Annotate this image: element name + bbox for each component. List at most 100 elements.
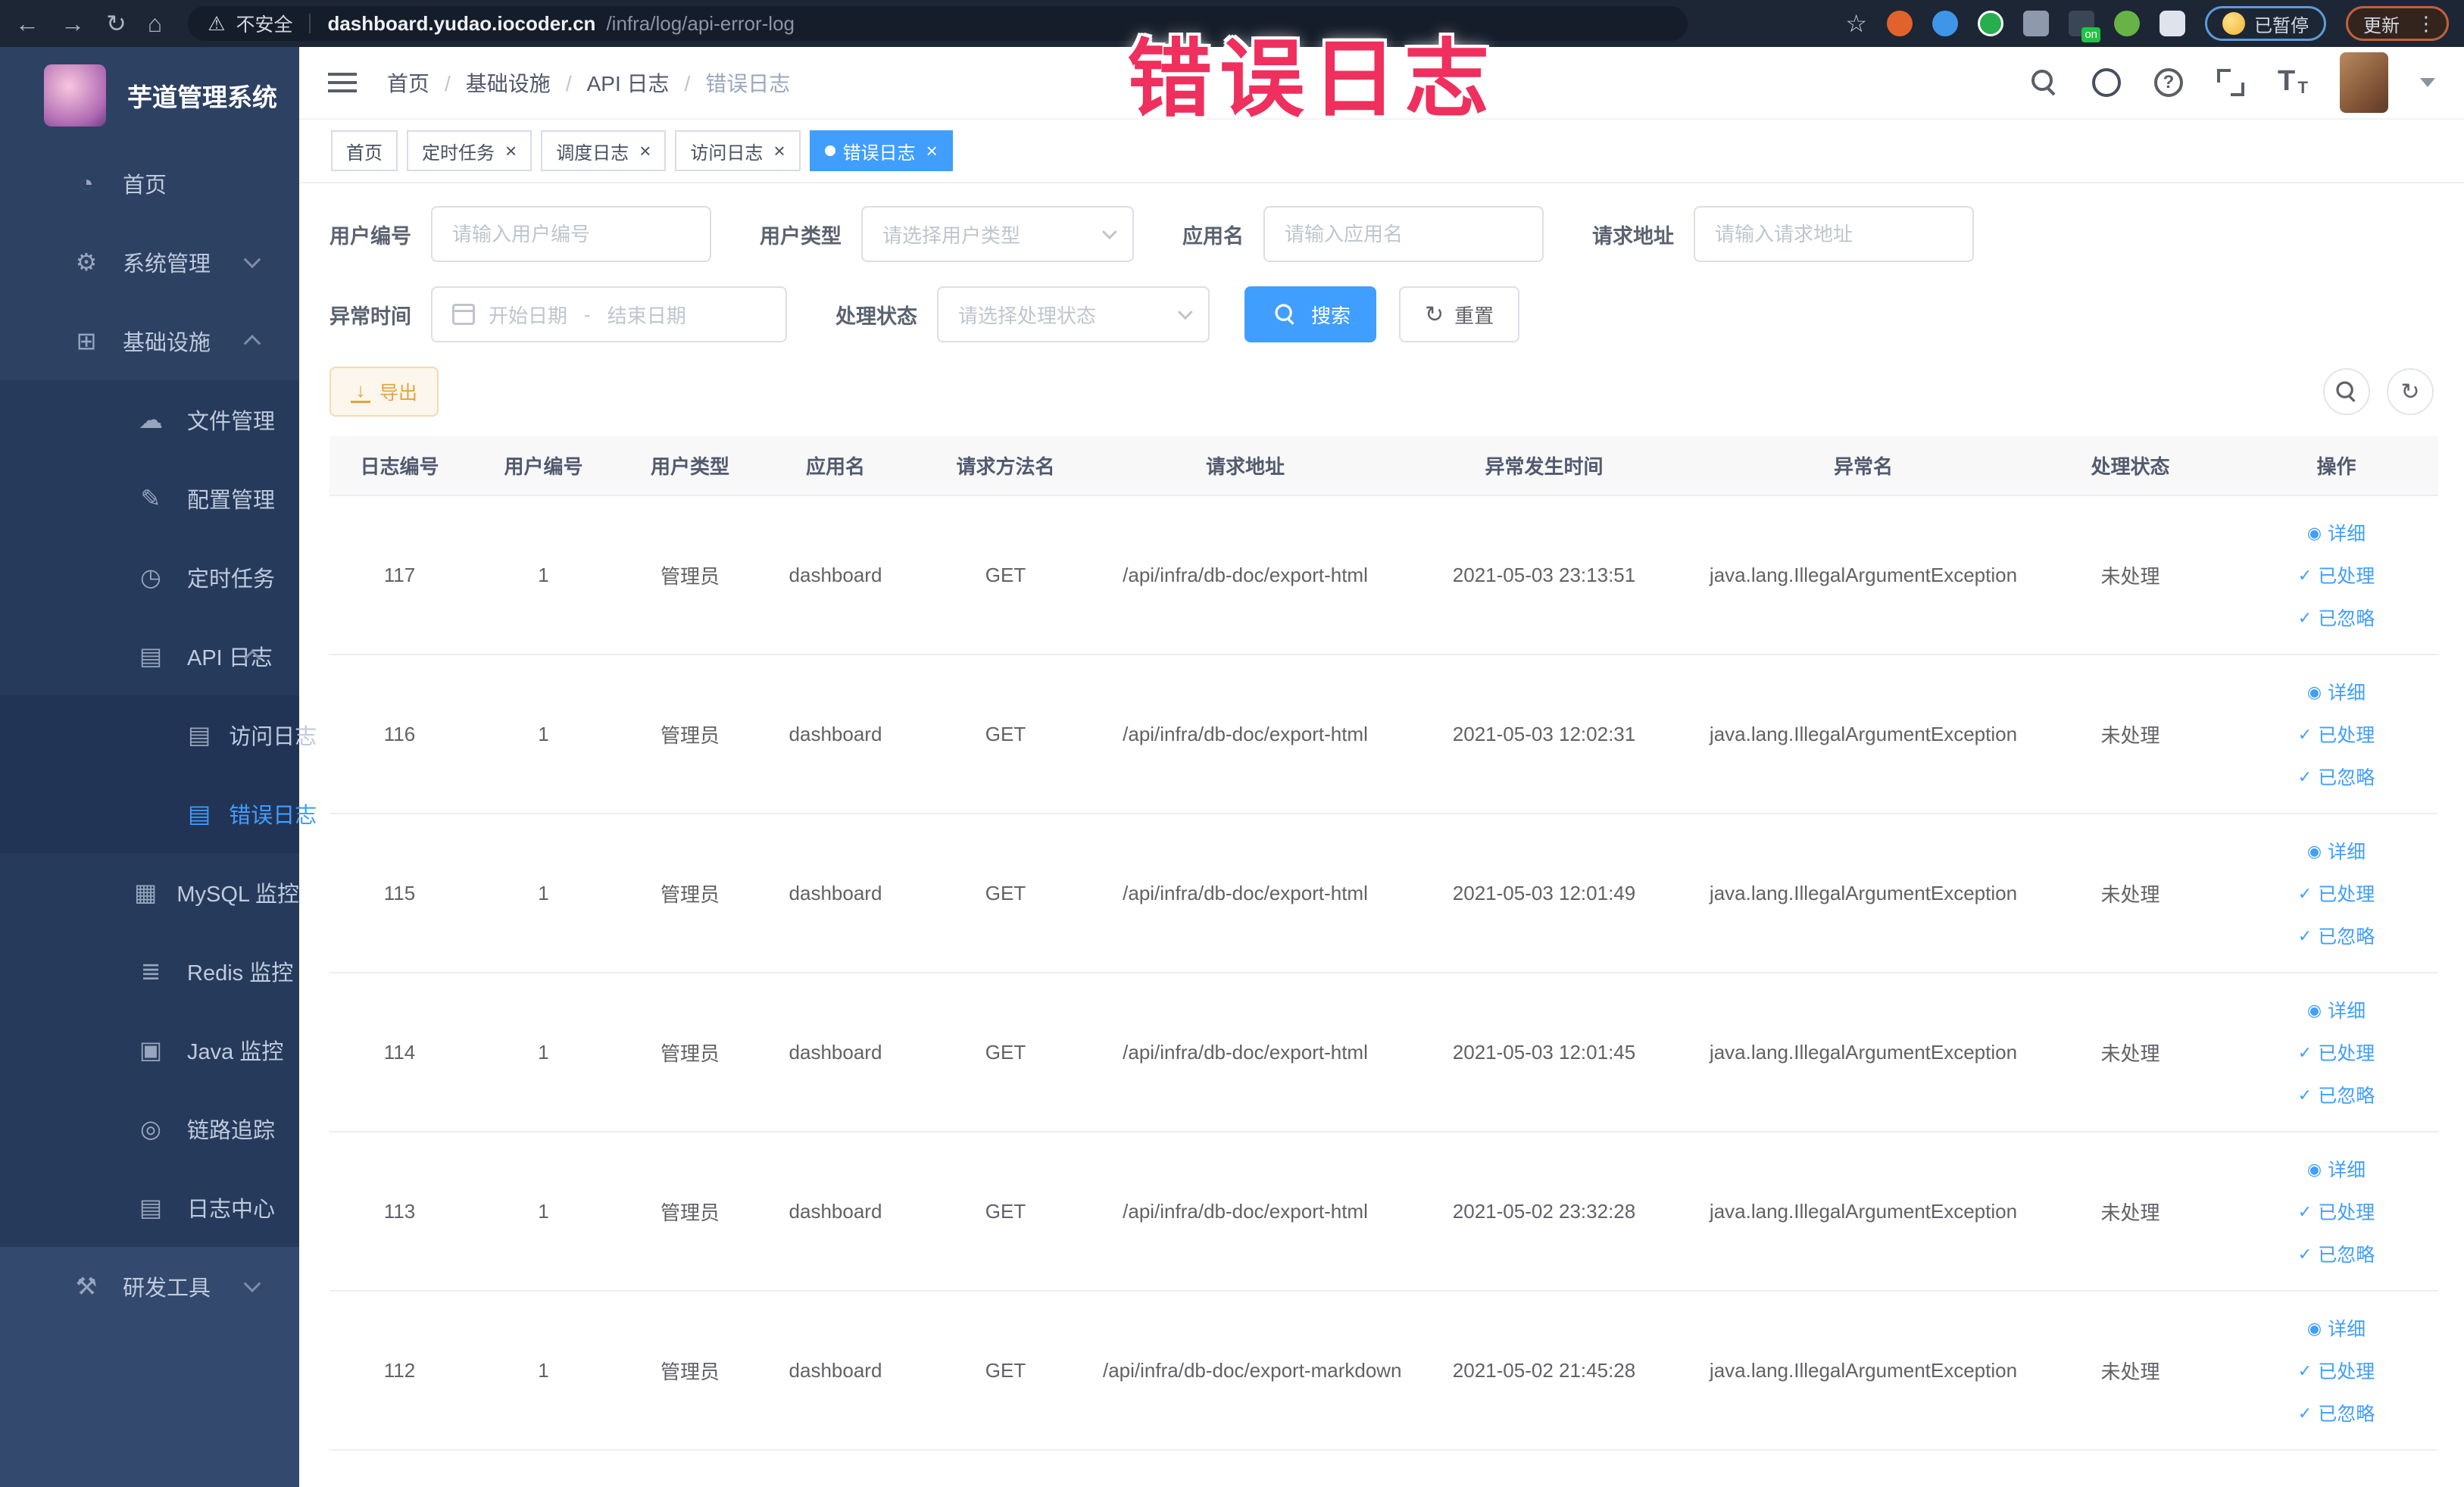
sidebar-item-java-monitor[interactable]: Java 监控 [0,1011,299,1089]
user-id-input[interactable] [431,206,711,262]
cell-log-id: 115 [329,814,470,973]
fullscreen-icon[interactable] [2216,67,2246,98]
mark-ignored-link[interactable]: 已忽略 [2298,1240,2375,1267]
cell-exception-time: 2021-05-03 23:13:51 [1388,495,1700,655]
mark-ignored-link[interactable]: 已忽略 [2298,1081,2375,1108]
search-toggle-button[interactable] [2323,368,2370,415]
ext-green-check-icon[interactable] [1978,11,2003,36]
back-icon[interactable]: ← [15,0,39,47]
ext-leaf-icon[interactable] [2114,11,2140,36]
search-icon[interactable] [2029,67,2060,98]
sidebar-item-trace[interactable]: 链路追踪 [0,1089,299,1168]
detail-link[interactable]: 详细 [2307,837,2366,864]
close-tab-icon[interactable] [923,141,938,161]
app-logo[interactable]: 芋道管理系统 [0,47,299,144]
user-menu-caret-icon[interactable] [2420,78,2435,87]
browser-menu-icon[interactable]: ⋮ [2409,12,2436,36]
sidebar-item-redis-monitor[interactable]: Redis 监控 [0,932,299,1011]
app-name-input[interactable] [1263,206,1544,262]
detail-link[interactable]: 详细 [2307,1314,2366,1342]
sidebar-item-config-manage[interactable]: 配置管理 [0,459,299,538]
breadcrumb-item[interactable]: 基础设施 [429,67,551,98]
sidebar-item-api-log[interactable]: API 日志 [0,617,299,695]
ext-on-badge-icon[interactable]: on [2069,11,2100,42]
mark-ignored-link[interactable]: 已忽略 [2298,763,2375,790]
cell-user-id: 1 [470,654,617,814]
export-button[interactable]: 导出 [329,367,439,417]
font-size-icon[interactable] [2278,65,2308,98]
paused-badge[interactable]: 已暂停 [2205,6,2326,41]
url-path: /infra/log/api-error-log [606,11,795,35]
tab-access-log[interactable]: 访问日志 [675,130,801,171]
detail-link[interactable]: 详细 [2307,519,2366,546]
update-button[interactable]: 更新 ⋮ [2346,6,2449,41]
cell-log-id: 113 [329,1132,470,1292]
cell-exception-name: java.lang.IllegalArgumentException [1700,654,2026,814]
github-icon[interactable] [2091,67,2122,98]
reset-button[interactable]: 重置 [1399,286,1520,342]
close-tab-icon[interactable] [770,141,785,161]
cell-user-type: 管理员 [617,654,763,814]
content: 用户编号 用户类型 请选择用户类型 应用名 请求地址 异常时间 [299,183,2464,1487]
eye-icon [2307,840,2322,862]
request-url-input[interactable] [1694,206,1974,262]
user-avatar[interactable] [2340,52,2388,113]
forward-icon[interactable]: → [61,0,85,47]
mark-ignored-link[interactable]: 已忽略 [2298,604,2375,631]
mark-processed-link[interactable]: 已处理 [2298,561,2375,589]
extensions-puzzle-icon[interactable] [2160,11,2185,36]
column-header: 请求地址 [1103,436,1388,496]
sidebar-item-access-log[interactable]: 访问日志 [0,695,317,774]
tab-home[interactable]: 首页 [331,130,398,171]
sidebar-item-scheduled-jobs[interactable]: 定时任务 [0,538,299,617]
ext-grid-icon[interactable] [2023,11,2049,36]
sidebar-item-label: 定时任务 [187,567,276,592]
collapse-sidebar-icon[interactable] [328,71,357,94]
tab-schedule-log[interactable]: 调度日志 [541,130,667,171]
table-toolbar: 导出 [329,367,2434,417]
help-icon[interactable] [2153,67,2184,98]
mark-ignored-link[interactable]: 已忽略 [2298,1399,2375,1426]
breadcrumb-item[interactable]: 首页 [387,67,429,98]
breadcrumb-item[interactable]: 错误日志 [670,67,790,98]
breadcrumb-item[interactable]: API 日志 [551,67,670,98]
sidebar-item-infra[interactable]: 基础设施 [0,301,299,380]
exception-time-range-picker[interactable]: 开始日期 - 结束日期 [431,286,787,342]
mark-processed-link[interactable]: 已处理 [2298,1039,2375,1066]
mark-processed-link[interactable]: 已处理 [2298,720,2375,748]
home-button-icon[interactable]: ⌂ [148,0,162,47]
extension-badge: on [2081,27,2100,42]
reload-icon[interactable]: ↻ [106,0,126,47]
tab-error-log[interactable]: 错误日志 [809,130,953,171]
mark-processed-link[interactable]: 已处理 [2298,1198,2375,1225]
bookmark-star-icon[interactable]: ☆ [1845,9,1867,38]
sidebar-item-mysql-monitor[interactable]: MySQL 监控 [0,853,299,932]
process-status-select[interactable]: 请选择处理状态 [937,286,1210,342]
sidebar-item-error-log[interactable]: 错误日志 [0,774,317,853]
sidebar-item-home[interactable]: 首页 [0,144,299,223]
tab-label: 定时任务 [422,142,495,164]
user-type-select[interactable]: 请选择用户类型 [861,206,1134,262]
ext-orange-icon[interactable] [1887,11,1913,36]
mark-processed-link[interactable]: 已处理 [2298,879,2375,907]
close-tab-icon[interactable] [636,141,651,161]
ext-shield-icon[interactable] [1932,11,1958,36]
cell-exception-time: 2021-05-02 23:32:28 [1388,1132,1700,1292]
sidebar-item-devtools[interactable]: 研发工具 [0,1247,299,1326]
check-icon [2298,1402,2312,1424]
sidebar-item-file-manage[interactable]: 文件管理 [0,380,299,459]
detail-link[interactable]: 详细 [2307,996,2366,1023]
detail-link[interactable]: 详细 [2307,1155,2366,1182]
close-tab-icon[interactable] [502,141,517,161]
mark-processed-link[interactable]: 已处理 [2298,1357,2375,1384]
detail-link[interactable]: 详细 [2307,678,2366,705]
sidebar-item-system[interactable]: 系统管理 [0,223,299,301]
mark-ignored-link[interactable]: 已忽略 [2298,922,2375,949]
tab-scheduled-jobs[interactable]: 定时任务 [407,130,532,171]
sidebar-item-log-center[interactable]: 日志中心 [0,1168,299,1247]
refresh-button[interactable] [2387,368,2434,415]
search-button[interactable]: 搜索 [1244,286,1377,342]
cell-exception-time: 2021-05-02 21:45:28 [1388,1291,1700,1451]
check-icon [2298,1243,2312,1265]
column-header: 请求方法名 [908,436,1103,496]
